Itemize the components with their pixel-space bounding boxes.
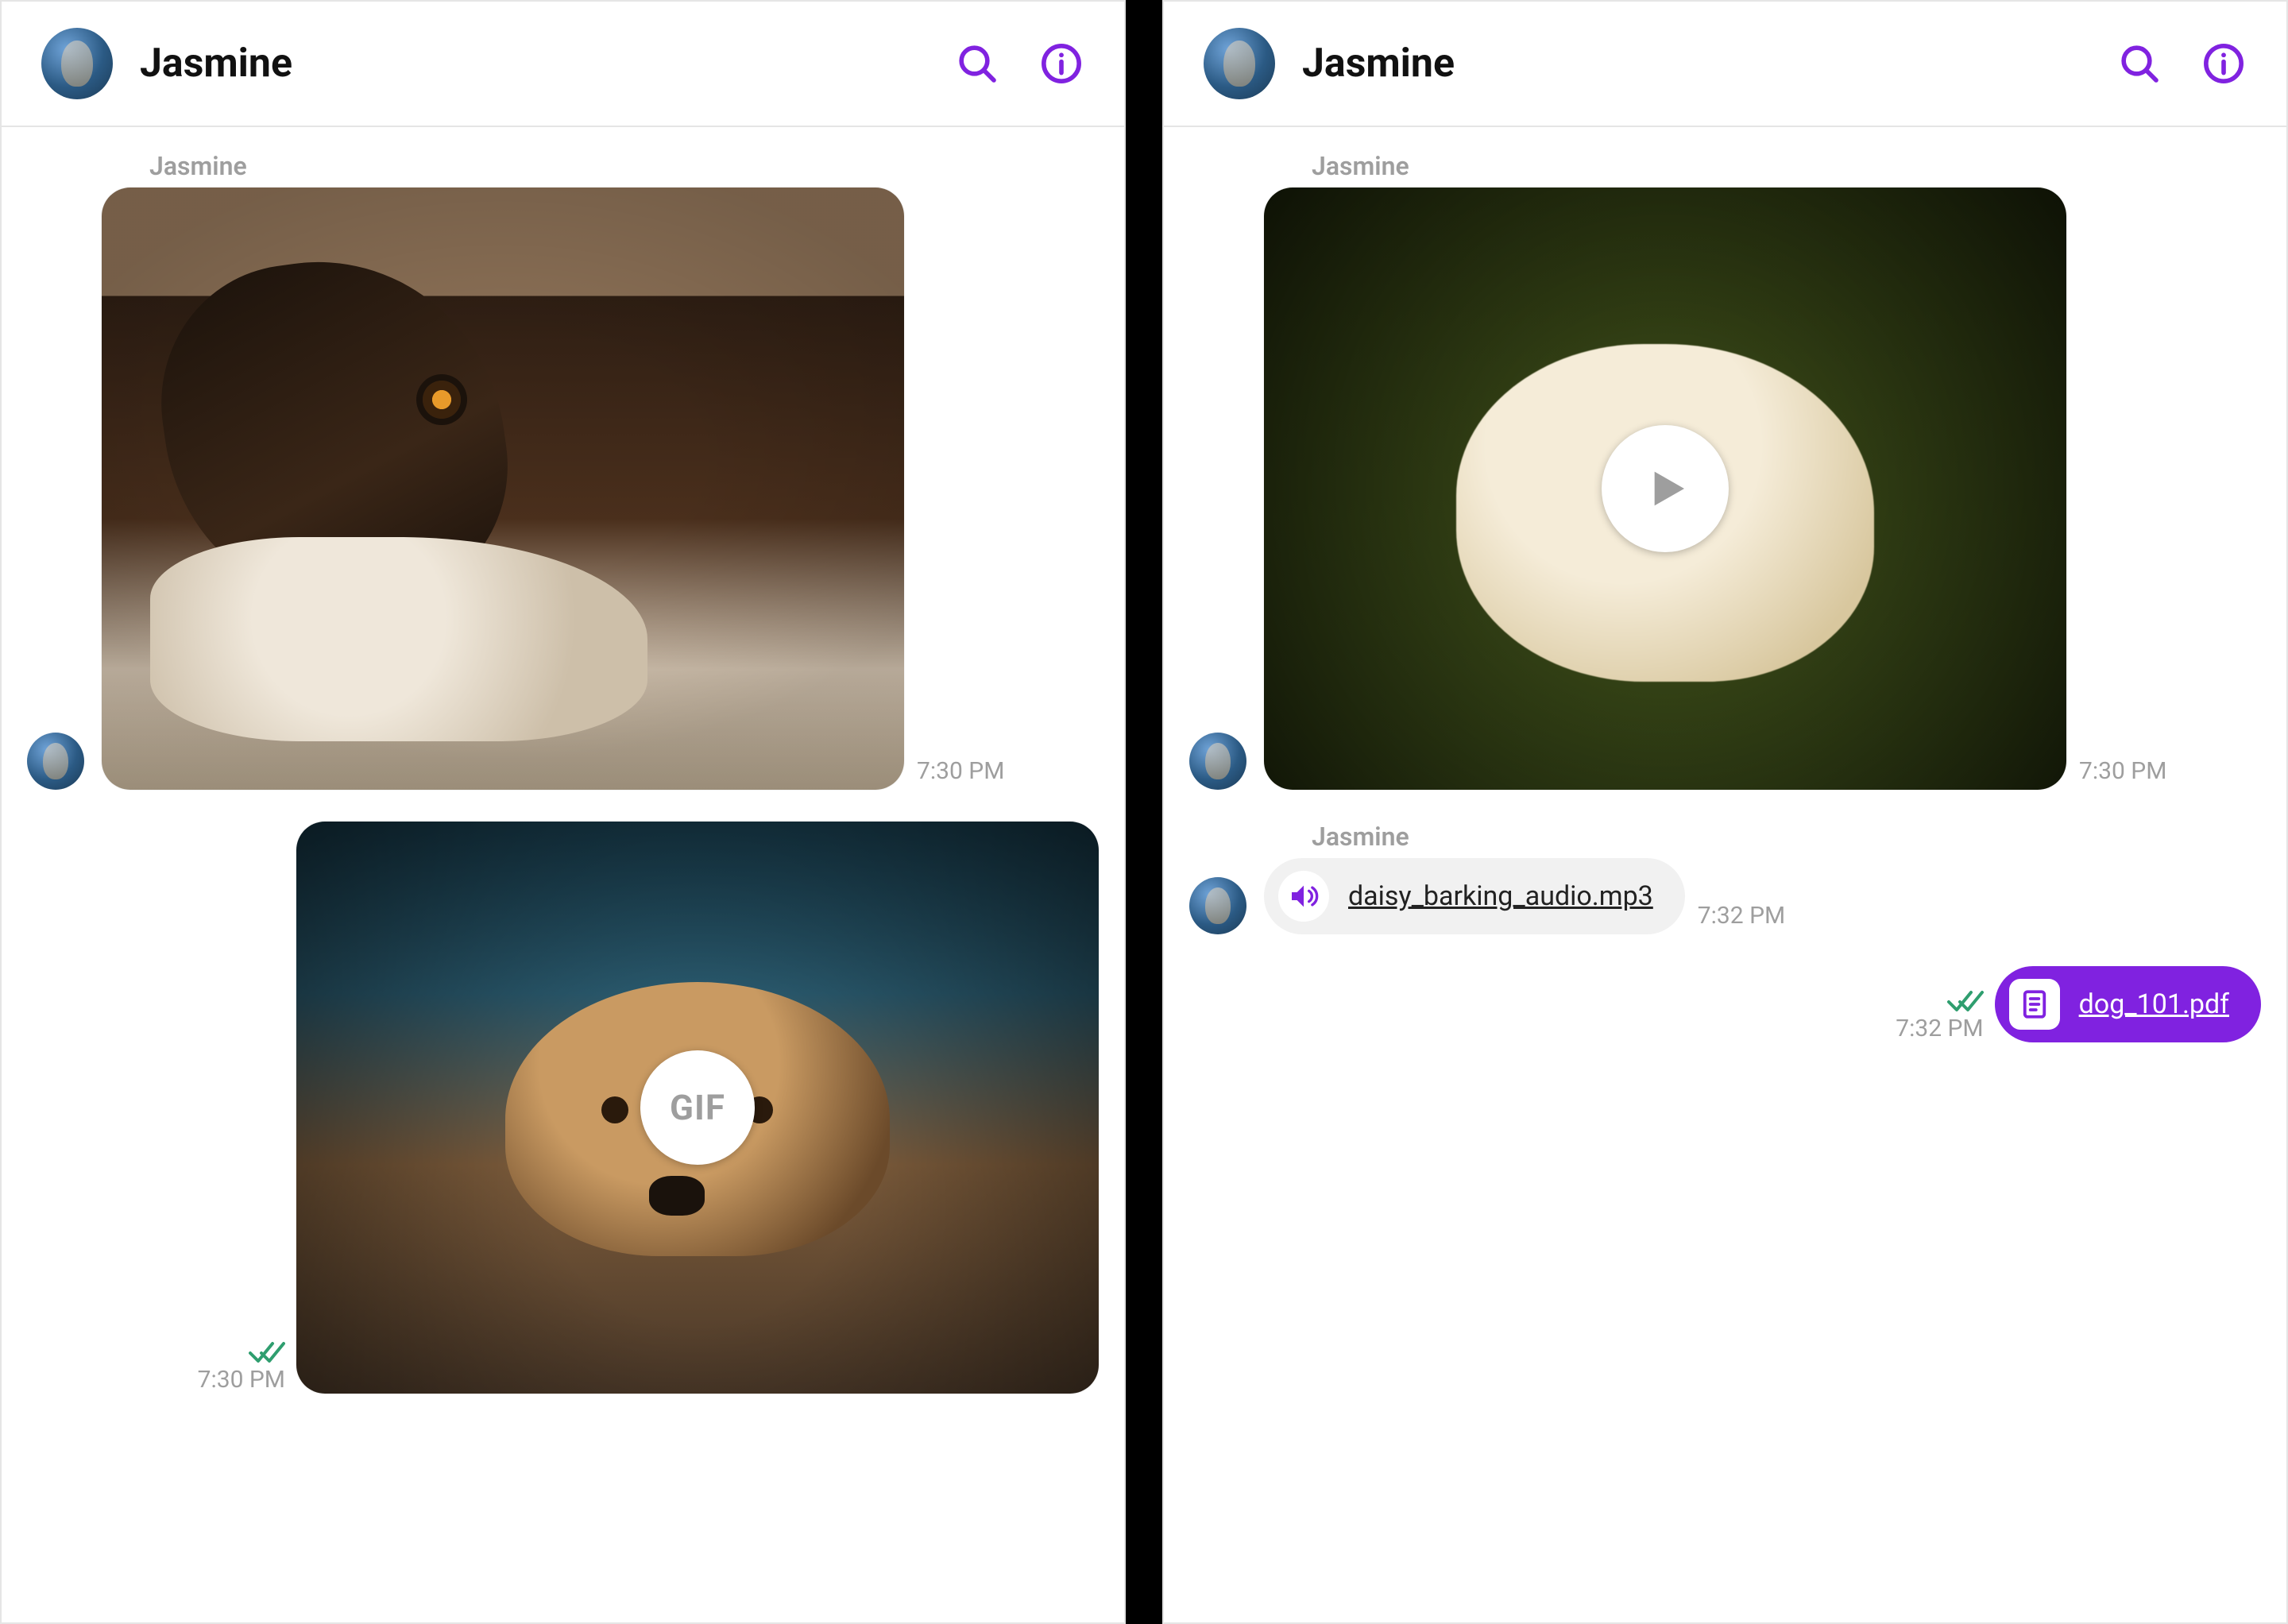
timestamp: 7:30 PM bbox=[2079, 757, 2166, 785]
speaker-icon bbox=[1278, 871, 1329, 922]
gif-message[interactable]: GIF bbox=[296, 822, 1099, 1394]
double-check-icon bbox=[1947, 988, 1984, 1016]
timestamp: 7:30 PM bbox=[198, 1366, 285, 1394]
chat-title: Jasmine bbox=[140, 41, 292, 87]
timestamp: 7:30 PM bbox=[917, 757, 1004, 785]
pdf-filename: dog_101.pdf bbox=[2079, 988, 2229, 1020]
play-icon[interactable] bbox=[1602, 425, 1729, 552]
sender-name: Jasmine bbox=[1312, 151, 2261, 181]
chat-body[interactable]: Jasmine 7:30 PM Jasmine bbox=[1164, 127, 2286, 1622]
gif-badge: GIF bbox=[640, 1050, 755, 1165]
info-icon[interactable] bbox=[1035, 37, 1088, 90]
video-message[interactable] bbox=[1264, 188, 2066, 790]
avatar-small[interactable] bbox=[1189, 877, 1246, 934]
sender-name: Jasmine bbox=[149, 151, 1099, 181]
chat-header: Jasmine bbox=[1164, 2, 2286, 127]
file-message[interactable]: dog_101.pdf bbox=[1995, 966, 2261, 1042]
document-icon bbox=[2009, 979, 2060, 1030]
search-icon[interactable] bbox=[2113, 37, 2166, 90]
avatar-small[interactable] bbox=[27, 733, 84, 790]
avatar-small[interactable] bbox=[1189, 733, 1246, 790]
chat-body[interactable]: Jasmine 7:30 PM bbox=[2, 127, 1124, 1622]
message-group-outgoing: 7:30 PM GIF bbox=[27, 822, 1099, 1394]
sender-name: Jasmine bbox=[1312, 822, 2261, 852]
search-icon[interactable] bbox=[951, 37, 1003, 90]
message-group-incoming: Jasmine daisy_barking_audio.mp3 bbox=[1189, 822, 2261, 934]
audio-message[interactable]: daisy_barking_audio.mp3 bbox=[1264, 858, 1685, 934]
message-group-incoming: Jasmine 7:30 PM bbox=[1189, 151, 2261, 790]
chat-panel-left: Jasmine Jasmine bbox=[0, 0, 1126, 1624]
info-icon[interactable] bbox=[2197, 37, 2250, 90]
chat-header: Jasmine bbox=[2, 2, 1124, 127]
timestamp: 7:32 PM bbox=[1698, 902, 1785, 930]
audio-filename: daisy_barking_audio.mp3 bbox=[1348, 880, 1653, 912]
double-check-icon bbox=[249, 1339, 285, 1367]
image-message[interactable] bbox=[102, 188, 904, 790]
timestamp: 7:32 PM bbox=[1896, 1015, 1983, 1042]
message-group-incoming: Jasmine 7:30 PM bbox=[27, 151, 1099, 790]
chat-title: Jasmine bbox=[1302, 41, 1455, 87]
chat-panel-right: Jasmine Jasmine bbox=[1162, 0, 2288, 1624]
avatar[interactable] bbox=[1204, 28, 1275, 99]
message-group-outgoing: 7:32 PM dog_101.pdf bbox=[1189, 966, 2261, 1042]
avatar[interactable] bbox=[41, 28, 113, 99]
